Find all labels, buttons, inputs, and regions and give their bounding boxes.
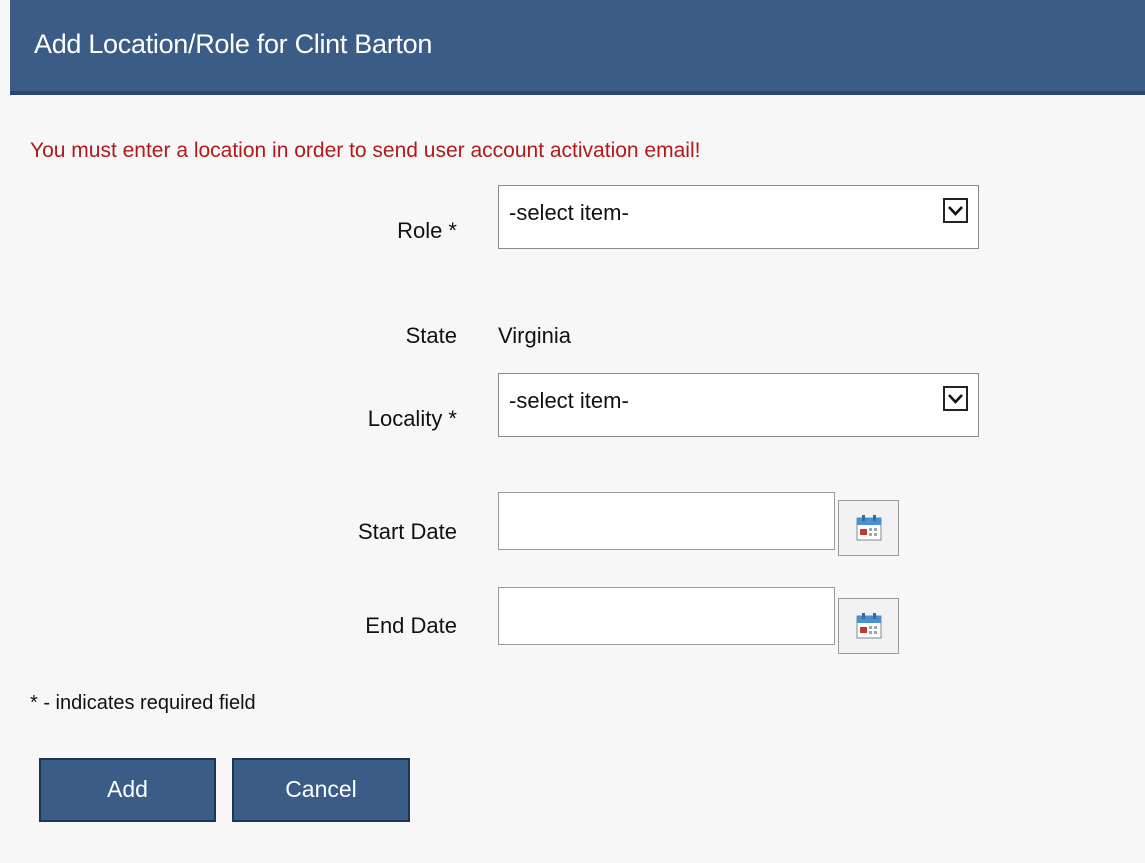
dialog-header: Add Location/Role for Clint Barton	[10, 0, 1145, 95]
end-date-calendar-button[interactable]	[838, 598, 899, 654]
locality-select[interactable]: -select item-	[498, 373, 979, 437]
error-message: You must enter a location in order to se…	[30, 139, 701, 162]
locality-selected-value: -select item-	[509, 388, 629, 413]
state-value: Virginia	[498, 323, 571, 348]
start-date-calendar-button[interactable]	[838, 500, 899, 556]
chevron-down-icon[interactable]	[943, 198, 968, 223]
calendar-icon	[856, 515, 882, 541]
required-field-note: * - indicates required field	[30, 692, 256, 714]
state-label: State	[405, 323, 457, 348]
role-label: Role *	[397, 218, 457, 243]
start-date-input[interactable]	[498, 492, 835, 550]
end-date-input[interactable]	[498, 587, 835, 645]
chevron-down-icon[interactable]	[943, 386, 968, 411]
dialog-title: Add Location/Role for Clint Barton	[34, 29, 433, 59]
end-date-label: End Date	[365, 613, 457, 638]
calendar-icon	[856, 613, 882, 639]
role-selected-value: -select item-	[509, 200, 629, 225]
cancel-button[interactable]: Cancel	[232, 758, 410, 822]
role-select[interactable]: -select item-	[498, 185, 979, 249]
dialog-body: You must enter a location in order to se…	[10, 95, 1145, 863]
add-location-role-dialog: Add Location/Role for Clint Barton You m…	[0, 0, 1145, 863]
add-button[interactable]: Add	[39, 758, 216, 822]
locality-label: Locality *	[367, 406, 457, 431]
start-date-label: Start Date	[357, 519, 457, 544]
